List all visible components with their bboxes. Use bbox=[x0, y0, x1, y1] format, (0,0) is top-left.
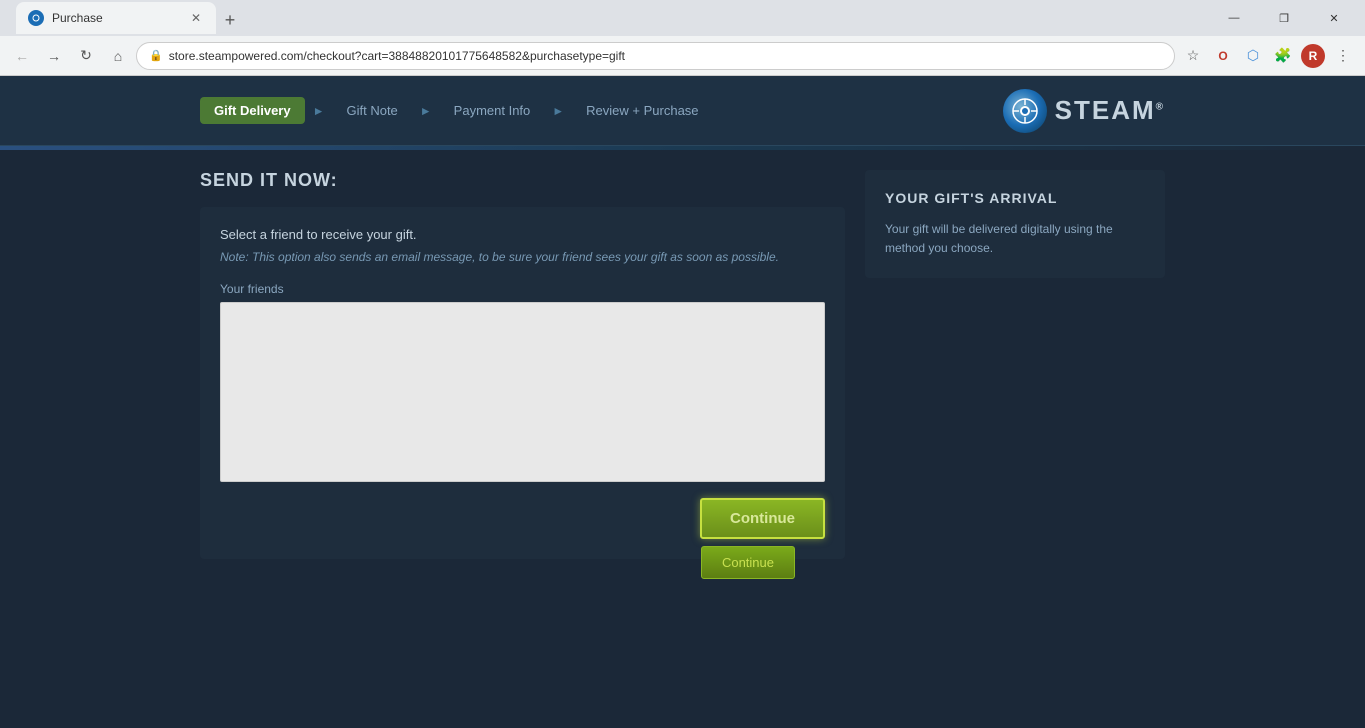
continue-button-duplicate[interactable]: Continue bbox=[701, 546, 795, 579]
toolbar-icons: ☆ O ⬡ 🧩 R ⋮ bbox=[1179, 42, 1357, 70]
tab-title: Purchase bbox=[52, 11, 103, 25]
bookmark-button[interactable]: ☆ bbox=[1179, 42, 1207, 70]
left-panel: SEND IT NOW: Select a friend to receive … bbox=[200, 170, 845, 559]
browser-chrome: Purchase ✕ + — ❐ ✕ ← → ↻ ⌂ 🔒 store.steam… bbox=[0, 0, 1365, 76]
menu-button[interactable]: ⋮ bbox=[1329, 42, 1357, 70]
steam-logo-text: STEAM® bbox=[1055, 95, 1165, 126]
continue-btn-row: Continue Continue bbox=[220, 498, 825, 539]
gift-arrival-box: YOUR GIFT'S ARRIVAL Your gift will be de… bbox=[865, 170, 1165, 278]
close-button[interactable]: ✕ bbox=[1311, 0, 1357, 36]
continue-button[interactable]: Continue bbox=[700, 498, 825, 539]
extensions-icon[interactable]: ⬡ bbox=[1239, 42, 1267, 70]
user-avatar: R bbox=[1301, 44, 1325, 68]
address-url: store.steampowered.com/checkout?cart=388… bbox=[169, 49, 625, 63]
breadcrumb-separator-3: ► bbox=[552, 104, 564, 118]
checkout-header: Gift Delivery ► Gift Note ► Payment Info… bbox=[0, 76, 1365, 146]
forward-button[interactable]: → bbox=[40, 42, 68, 70]
send-now-main-text: Select a friend to receive your gift. bbox=[220, 227, 825, 242]
gift-arrival-description: Your gift will be delivered digitally us… bbox=[885, 220, 1145, 258]
send-now-box: Select a friend to receive your gift. No… bbox=[200, 207, 845, 559]
lock-icon: 🔒 bbox=[149, 49, 163, 62]
section-title: SEND IT NOW: bbox=[200, 170, 845, 191]
main-area: SEND IT NOW: Select a friend to receive … bbox=[0, 150, 1365, 599]
steam-logo: STEAM® bbox=[1003, 89, 1165, 133]
browser-tab[interactable]: Purchase ✕ bbox=[16, 2, 216, 34]
breadcrumb: Gift Delivery ► Gift Note ► Payment Info… bbox=[200, 97, 713, 124]
avatar-button[interactable]: R bbox=[1299, 42, 1327, 70]
step-payment-info[interactable]: Payment Info bbox=[440, 97, 545, 124]
friends-list-box[interactable] bbox=[220, 302, 825, 482]
home-button[interactable]: ⌂ bbox=[104, 42, 132, 70]
back-button[interactable]: ← bbox=[8, 42, 36, 70]
new-tab-button[interactable]: + bbox=[216, 6, 244, 34]
tab-favicon bbox=[28, 10, 44, 26]
step-gift-note[interactable]: Gift Note bbox=[332, 97, 411, 124]
step-gift-delivery[interactable]: Gift Delivery bbox=[200, 97, 305, 124]
puzzle-icon[interactable]: 🧩 bbox=[1269, 42, 1297, 70]
title-bar: Purchase ✕ + — ❐ ✕ bbox=[0, 0, 1365, 36]
send-now-note-text: Note: This option also sends an email me… bbox=[220, 248, 825, 266]
minimize-button[interactable]: — bbox=[1211, 0, 1257, 36]
gift-arrival-title: YOUR GIFT'S ARRIVAL bbox=[885, 190, 1145, 206]
window-controls: — ❐ ✕ bbox=[1211, 0, 1357, 36]
address-bar-row: ← → ↻ ⌂ 🔒 store.steampowered.com/checkou… bbox=[0, 36, 1365, 76]
tab-close-button[interactable]: ✕ bbox=[188, 10, 204, 26]
address-bar[interactable]: 🔒 store.steampowered.com/checkout?cart=3… bbox=[136, 42, 1175, 70]
friends-label: Your friends bbox=[220, 282, 825, 296]
steam-logo-icon bbox=[1003, 89, 1047, 133]
maximize-button[interactable]: ❐ bbox=[1261, 0, 1307, 36]
breadcrumb-separator-2: ► bbox=[420, 104, 432, 118]
right-panel: YOUR GIFT'S ARRIVAL Your gift will be de… bbox=[865, 170, 1165, 559]
opera-icon[interactable]: O bbox=[1209, 42, 1237, 70]
breadcrumb-separator-1: ► bbox=[313, 104, 325, 118]
page-content: Gift Delivery ► Gift Note ► Payment Info… bbox=[0, 76, 1365, 728]
reload-button[interactable]: ↻ bbox=[72, 42, 100, 70]
step-review-purchase[interactable]: Review + Purchase bbox=[572, 97, 712, 124]
